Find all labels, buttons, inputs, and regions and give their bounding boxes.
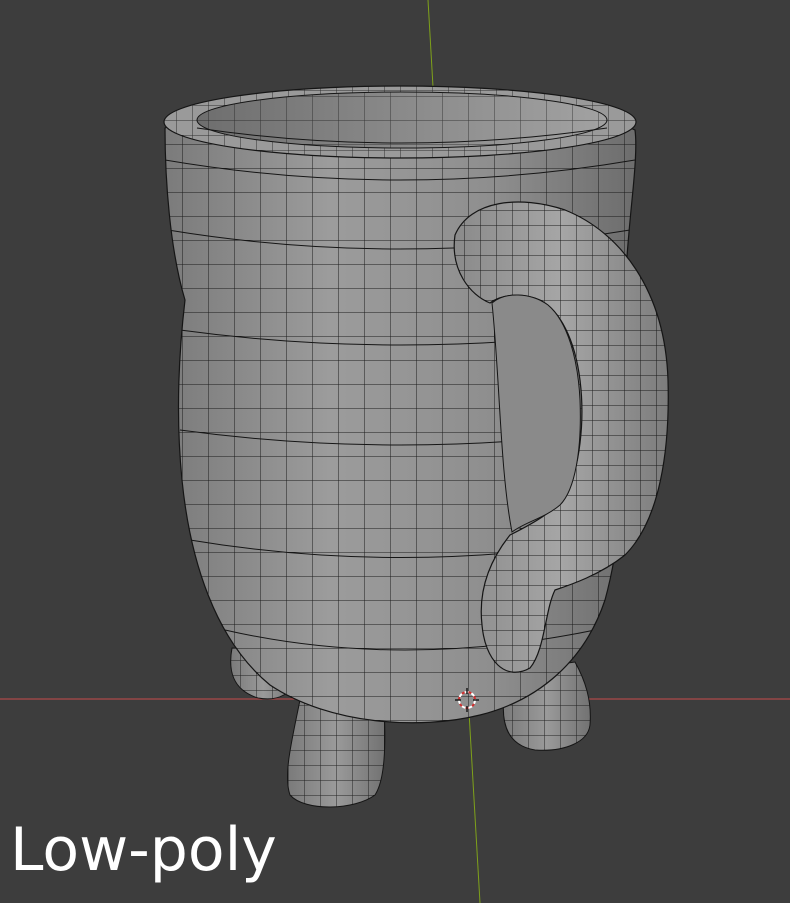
viewport-scene[interactable] xyxy=(0,0,790,903)
caption-label: Low-poly xyxy=(10,815,277,885)
mug-rim xyxy=(163,85,637,159)
3d-viewport[interactable]: Low-poly xyxy=(0,0,790,903)
